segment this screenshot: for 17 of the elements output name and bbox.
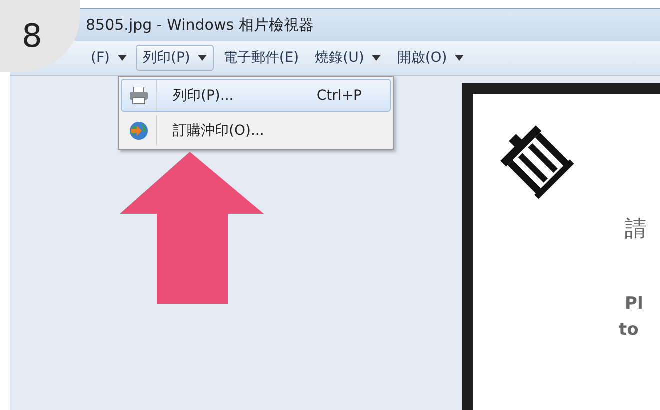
menu-item[interactable]: 燒錄(U) xyxy=(308,45,388,71)
menu-option[interactable]: 訂購沖印(O)... xyxy=(121,114,391,147)
menu-item[interactable]: 電子郵件(E) xyxy=(216,45,306,71)
document-text: to xyxy=(619,320,639,340)
window-title: 8505.jpg - Windows 相片檢視器 xyxy=(86,16,314,34)
menu-option[interactable]: 列印(P)... Ctrl+P xyxy=(121,79,391,112)
globe-icon xyxy=(129,120,149,140)
document-heading: 請 xyxy=(625,216,647,244)
shortcut-label: Ctrl+P xyxy=(316,88,362,104)
document-text: Pl xyxy=(625,294,644,314)
menu-item[interactable]: 開啟(O) xyxy=(390,45,472,71)
step-number: 8 xyxy=(22,17,42,55)
menu-item[interactable]: (F) xyxy=(84,45,134,71)
option-label: 訂購沖印(O)... xyxy=(173,122,266,140)
printer-icon xyxy=(129,86,149,104)
option-label: 列印(P)... xyxy=(173,86,235,104)
menu-item[interactable]: 列印(P) xyxy=(136,45,214,71)
